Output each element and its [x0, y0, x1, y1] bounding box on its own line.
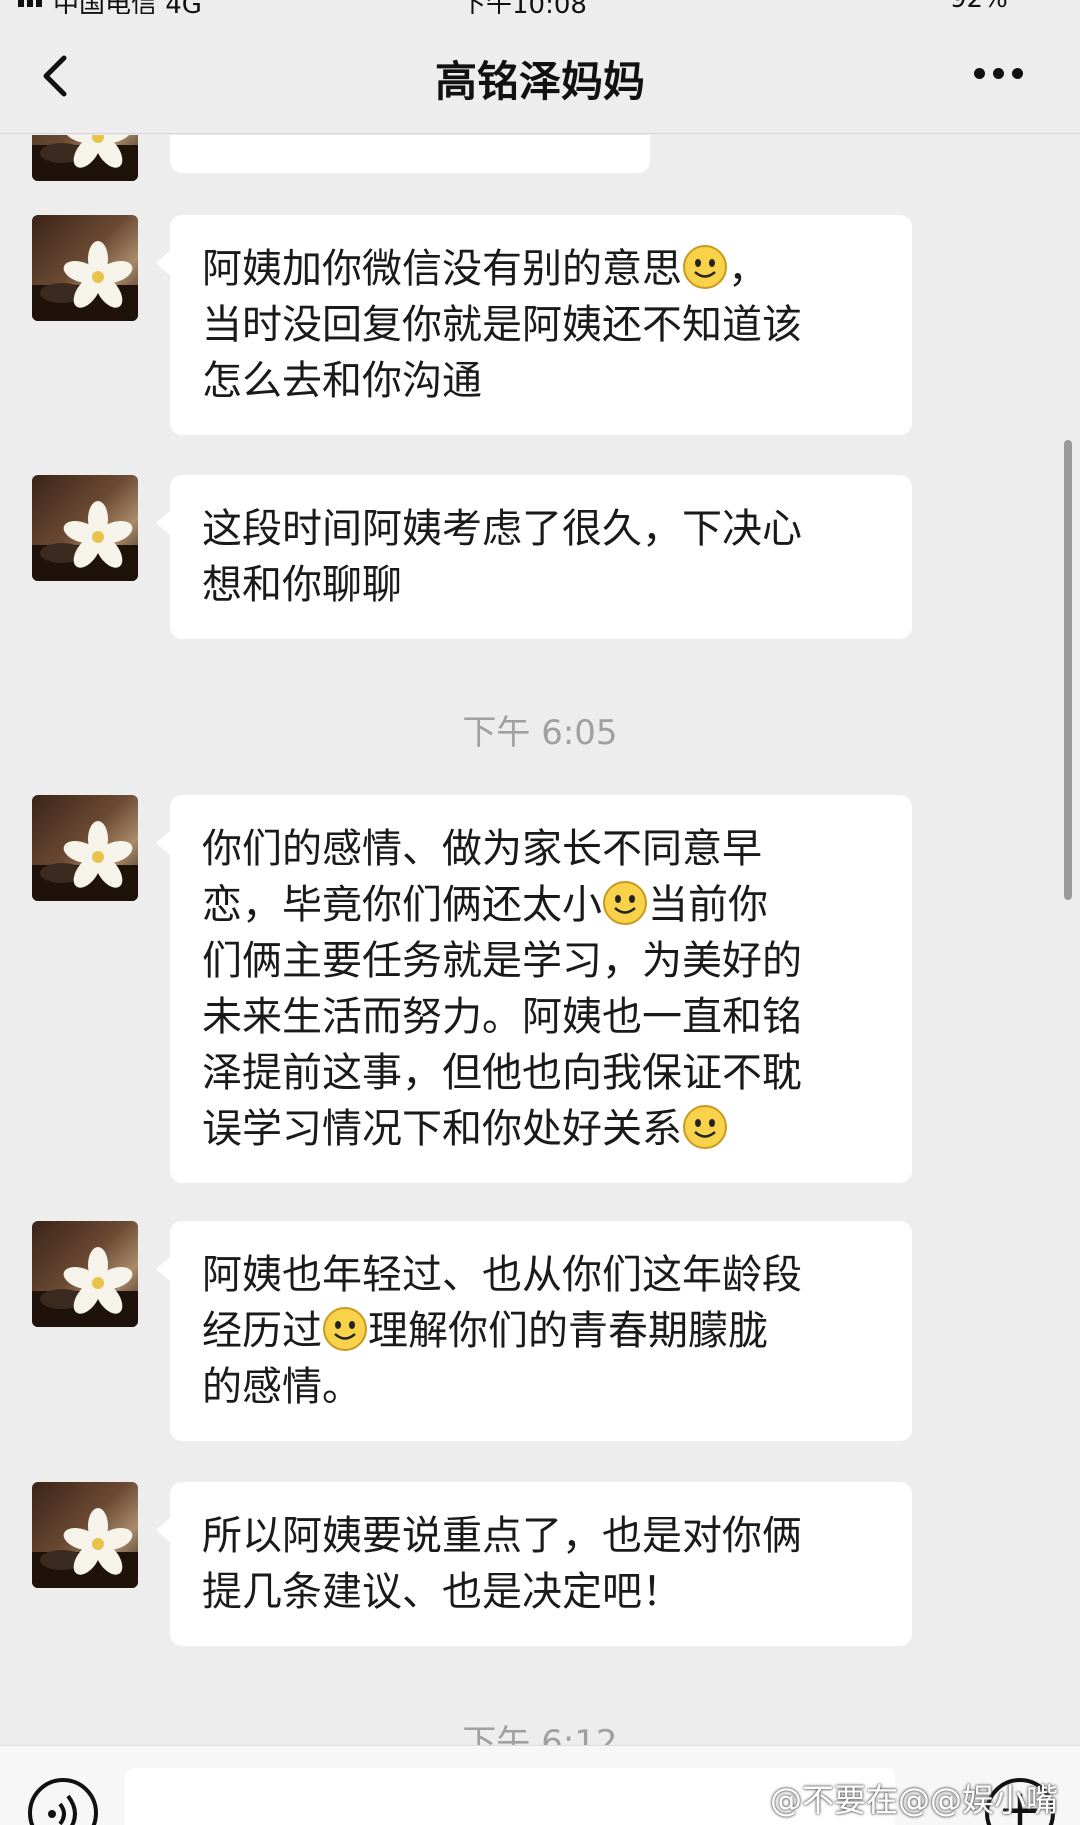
flower-avatar-icon [32, 1247, 138, 1327]
more-dots-icon [974, 68, 985, 79]
voice-button[interactable] [28, 1778, 98, 1825]
message-bubble[interactable]: 你们的感情、做为家长不同意早 恋，毕竟你们俩还太小 当前你 们俩主要任务就是学习，… [156, 795, 912, 1183]
message-text: 你们的感情、做为家长不同意早 [202, 826, 762, 872]
scrollbar[interactable] [1064, 440, 1072, 900]
message-text: 当前你 [648, 882, 768, 928]
message-text: 阿姨加你微信没有别的意思 [202, 246, 682, 292]
message-text: 所以阿姨要说重点了，也是对你俩 [202, 1513, 802, 1559]
timestamp: 下午 6:05 [462, 713, 618, 753]
avatar[interactable] [32, 475, 138, 581]
avatar[interactable] [32, 135, 138, 181]
more-button[interactable] [974, 64, 1034, 94]
chat-title: 高铭泽妈妈 [434, 57, 645, 106]
flower-avatar-icon [32, 1508, 138, 1588]
message-text: 想和你聊聊 [202, 562, 402, 608]
smiley-icon [683, 1105, 727, 1149]
timestamp: 下午 6:12 [462, 1723, 618, 1745]
nav-bar: 高铭泽妈妈 [0, 14, 1080, 134]
watermark: @不要在@@娱小嘴 [770, 1781, 1059, 1819]
message-text: 当时没回复你就是阿姨还不知道该 [202, 302, 802, 348]
smiley-icon [323, 1307, 367, 1351]
chat-scroll-area[interactable]: 阿姨加你微信没有别的意思， 当时没回复你就是阿姨还不知道该 怎么去和你沟通 这段… [0, 135, 1080, 1745]
smiley-icon [603, 881, 647, 925]
avatar[interactable] [32, 215, 138, 321]
message-text: 理解你们的青春期朦胧 [368, 1308, 768, 1354]
signal-icon [18, 0, 45, 14]
smiley-icon [683, 245, 727, 289]
message-text: 未来生活而努力。阿姨也一直和铭 [202, 994, 802, 1040]
flower-avatar-icon [32, 241, 138, 321]
message-text: 经历过 [202, 1308, 322, 1354]
battery-level: 92% [950, 0, 1008, 14]
message-text: 这段时间阿姨考虑了很久，下决心 [202, 506, 802, 552]
message-text: 的感情。 [202, 1364, 362, 1410]
status-time: 下午10:08 [460, 0, 587, 14]
message-bubble[interactable]: 这段时间阿姨考虑了很久，下决心 想和你聊聊 [156, 475, 912, 639]
message-bubble[interactable]: 阿姨加你微信没有别的意思， 当时没回复你就是阿姨还不知道该 怎么去和你沟通 [156, 215, 912, 435]
message-bubble-partial[interactable] [156, 135, 650, 173]
message-text: 怎么去和你沟通 [202, 358, 482, 404]
message-text: 提几条建议、也是决定吧！ [202, 1569, 682, 1615]
avatar[interactable] [32, 1482, 138, 1588]
message-text: 们俩主要任务就是学习，为美好的 [202, 938, 802, 984]
flower-avatar-icon [32, 135, 138, 181]
carrier-label: 中国电信 4G [18, 0, 202, 14]
message-bubble[interactable]: 所以阿姨要说重点了，也是对你俩 提几条建议、也是决定吧！ [156, 1482, 912, 1646]
flower-avatar-icon [32, 821, 138, 901]
avatar[interactable] [32, 1221, 138, 1327]
avatar[interactable] [32, 795, 138, 901]
message-text: 误学习情况下和你处好关系 [202, 1106, 682, 1152]
status-bar: 中国电信 4G 下午10:08 92% [0, 0, 1080, 14]
message-text: 泽提前这事，但他也向我保证不耽 [202, 1050, 802, 1096]
flower-avatar-icon [32, 501, 138, 581]
message-text: 阿姨也年轻过、也从你们这年龄段 [202, 1252, 802, 1298]
message-text: 恋，毕竟你们俩还太小 [202, 882, 602, 928]
voice-icon [48, 1794, 77, 1825]
message-bubble[interactable]: 阿姨也年轻过、也从你们这年龄段 经历过 理解你们的青春期朦胧 的感情。 [156, 1221, 912, 1441]
